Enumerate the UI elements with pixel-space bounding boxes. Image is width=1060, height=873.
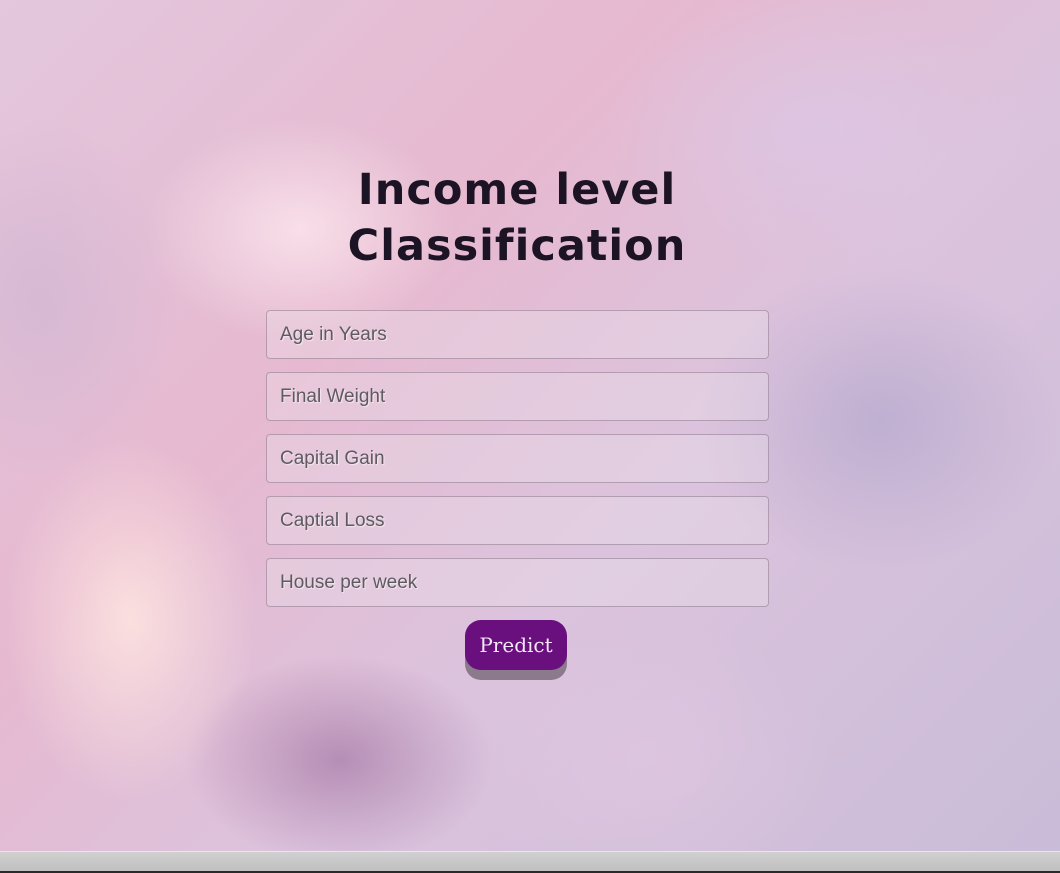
page-title-line-1: Income level (357, 165, 677, 215)
prediction-form (266, 310, 769, 620)
hours-per-week-input[interactable] (266, 558, 769, 607)
final-weight-input[interactable] (266, 372, 769, 421)
capital-loss-input[interactable] (266, 496, 769, 545)
age-input[interactable] (266, 310, 769, 359)
page-title-line-2: Classification (347, 221, 687, 271)
capital-gain-input[interactable] (266, 434, 769, 483)
page-title: Income level Classification (265, 162, 769, 274)
predict-button[interactable]: Predict (465, 620, 567, 670)
bottom-scrollbar[interactable] (0, 851, 1060, 873)
